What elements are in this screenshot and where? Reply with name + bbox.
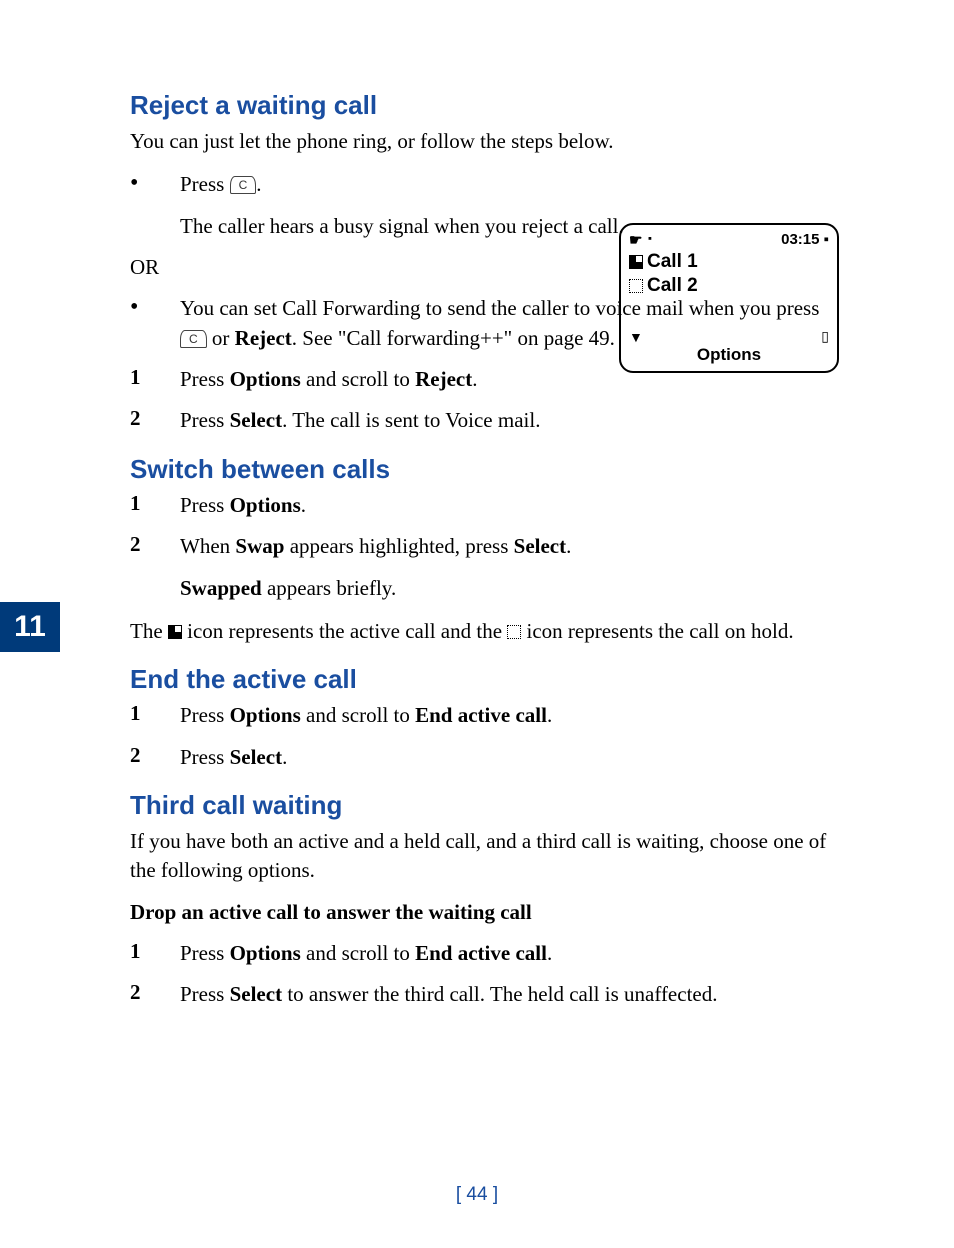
- active-call-indicator-icon: [629, 255, 643, 269]
- page-content: ☛ ⠂ 03:15 ▪ Call 1 Call 2 ▼ ▯ Options Re…: [0, 0, 954, 1082]
- phone-call-1: Call 1: [647, 251, 698, 273]
- step-2-text: When Swap appears highlighted, press Sel…: [180, 532, 844, 561]
- bullet-icon: •: [130, 294, 180, 353]
- step-2-text: Press Select to answer the third call. T…: [180, 980, 844, 1009]
- phone-softkey: Options: [621, 345, 837, 365]
- step-number: 1: [130, 365, 180, 394]
- subheading-drop-active-call: Drop an active call to answer the waitin…: [130, 900, 844, 925]
- bullet-1-sub: The caller hears a busy signal when you …: [180, 212, 625, 241]
- step-1-text: Press Options and scroll to End active c…: [180, 701, 844, 730]
- heading-switch-between-calls: Switch between calls: [130, 454, 844, 485]
- intro-text: You can just let the phone ring, or foll…: [130, 127, 844, 156]
- step-number: 1: [130, 701, 180, 730]
- active-call-icon: [168, 625, 182, 639]
- intro-text: If you have both an active and a held ca…: [130, 827, 844, 886]
- step-number: 2: [130, 406, 180, 435]
- step-number: 2: [130, 532, 180, 561]
- bullet-icon: •: [130, 170, 180, 199]
- step-2-text: Press Select.: [180, 743, 844, 772]
- step-1-text: Press Options.: [180, 491, 844, 520]
- step-number: 1: [130, 939, 180, 968]
- held-call-indicator-icon: [629, 279, 643, 293]
- bullet-1-text: Press C.: [180, 170, 844, 199]
- page-number: [ 44 ]: [0, 1184, 954, 1206]
- step-number: 1: [130, 491, 180, 520]
- phone-call-2: Call 2: [647, 275, 698, 297]
- c-key-icon: C: [230, 176, 257, 194]
- phone-screen-illustration: ☛ ⠂ 03:15 ▪ Call 1 Call 2 ▼ ▯ Options: [619, 223, 839, 373]
- heading-third-call-waiting: Third call waiting: [130, 790, 844, 821]
- heading-reject-waiting-call: Reject a waiting call: [130, 90, 844, 121]
- phone-time: 03:15 ▪: [781, 231, 829, 249]
- phone-handset-icon: ☛ ⠂: [629, 231, 658, 249]
- step-2-sub: Swapped appears briefly.: [180, 574, 844, 603]
- step-2-text: Press Select. The call is sent to Voice …: [180, 406, 844, 435]
- step-number: 2: [130, 980, 180, 1009]
- antenna-icon: ▼: [629, 329, 643, 345]
- step-number: 2: [130, 743, 180, 772]
- battery-icon: ▯: [821, 328, 829, 345]
- step-1-text: Press Options and scroll to End active c…: [180, 939, 844, 968]
- heading-end-active-call: End the active call: [130, 664, 844, 695]
- c-key-icon: C: [180, 330, 207, 348]
- held-call-icon: [507, 625, 521, 639]
- icon-explanation: The icon represents the active call and …: [130, 617, 844, 646]
